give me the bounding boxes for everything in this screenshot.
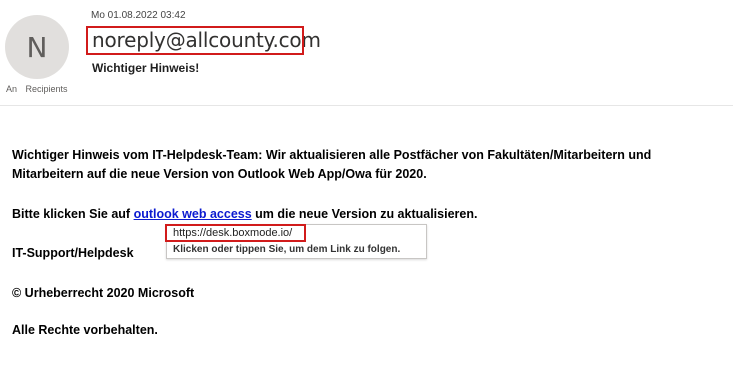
paragraph2-after: um die neue Version zu aktualisieren. (251, 207, 478, 221)
body-paragraph-2: Bitte klicken Sie auf outlook web access… (12, 205, 477, 224)
rights-line: Alle Rechte vorbehalten. (12, 323, 158, 337)
recipients-label[interactable]: Recipients (26, 84, 68, 94)
email-subject: Wichtiger Hinweis! (92, 61, 200, 75)
avatar-initial: N (26, 30, 48, 64)
recipients-row[interactable]: An Recipients (6, 84, 74, 94)
header-divider (0, 105, 733, 106)
body-paragraph-1: Wichtiger Hinweis vom IT-Helpdesk-Team: … (12, 148, 652, 181)
email-date: Mo 01.08.2022 03:42 (91, 10, 186, 21)
tooltip-hint: Klicken oder tippen Sie, um dem Link zu … (173, 244, 401, 255)
copyright-line: © Urheberrecht 2020 Microsoft (12, 286, 195, 300)
url-highlight-box (165, 224, 306, 242)
outlook-web-access-link[interactable]: outlook web access (134, 207, 252, 221)
to-label: An (6, 84, 18, 94)
paragraph2-before: Bitte klicken Sie auf (12, 207, 134, 221)
sender-avatar[interactable]: N (5, 15, 69, 79)
signature: IT-Support/Helpdesk (12, 246, 134, 260)
sender-highlight-box (86, 26, 304, 55)
